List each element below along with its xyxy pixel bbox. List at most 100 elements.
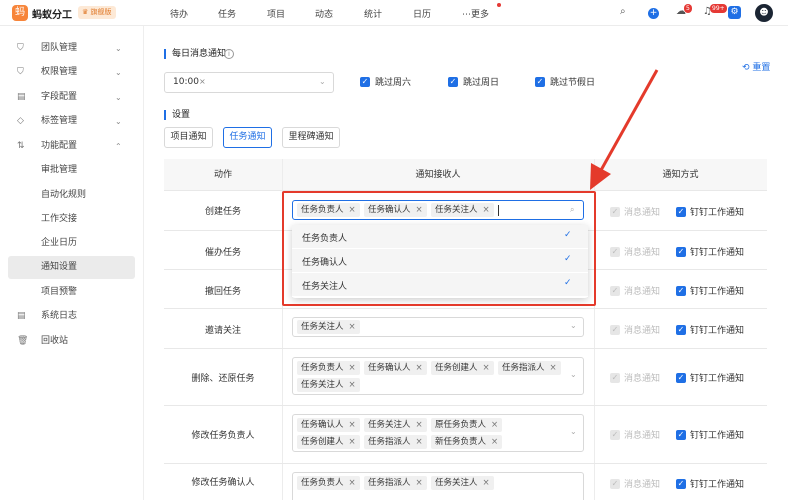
sidebar-item-tags[interactable]: ◇ 标签管理 ⌄: [8, 110, 135, 133]
sidebar-item-automation[interactable]: 自动化规则: [8, 184, 135, 207]
ding-notify-checkbox[interactable]: ✓ 钉钉工作通知: [676, 205, 744, 218]
ding-notify-checkbox[interactable]: ✓ 钉钉工作通知: [676, 477, 744, 490]
recipient-tag: 任务指派人 ×: [364, 435, 427, 449]
row-action: 修改任务确认人: [191, 478, 255, 488]
nav-calendar[interactable]: 日历: [413, 7, 431, 20]
row-divider: [164, 405, 767, 406]
nav-todo[interactable]: 待办: [170, 7, 188, 20]
recipient-tag: 新任务负责人 ×: [431, 435, 503, 449]
sidebar-item-features[interactable]: ⇅ 功能配置 ⌃: [8, 135, 135, 158]
sidebar-item-permissions[interactable]: ⛉ 权限管理 ⌄: [8, 61, 135, 84]
tag-close-icon[interactable]: ×: [416, 478, 423, 488]
dropdown-option[interactable]: 任务确认人 ✓: [292, 249, 588, 273]
ding-notify-checkbox[interactable]: ✓ 钉钉工作通知: [676, 371, 744, 384]
tag-close-icon[interactable]: ×: [483, 205, 490, 215]
tag-close-icon[interactable]: ×: [416, 420, 423, 430]
add-icon[interactable]: +: [648, 8, 659, 19]
tag-close-icon[interactable]: ×: [491, 420, 498, 430]
tab-task-notify[interactable]: 任务通知: [223, 127, 272, 148]
app-logo-icon[interactable]: 蚂: [12, 5, 28, 21]
top-bar: 蚂 蚂蚁分工 ♛ 旗舰版 待办 任务 项目 动态 统计 日历 ⋯更多 ⌕ + ☁…: [0, 0, 788, 26]
tag-close-icon[interactable]: ×: [483, 363, 490, 373]
tag-close-icon[interactable]: ×: [349, 437, 356, 447]
sidebar-item-approval[interactable]: 审批管理: [8, 159, 135, 182]
tag-close-icon[interactable]: ×: [416, 437, 423, 447]
clear-icon[interactable]: ×: [199, 77, 206, 86]
sidebar-item-warning[interactable]: 项目预警: [8, 281, 135, 304]
tag-close-icon[interactable]: ×: [349, 478, 356, 488]
recipient-select[interactable]: 任务确认人 × 任务关注人 × 原任务负责人 × 任务创建人 × 任务指派人 × 新任务负…: [292, 414, 584, 452]
ding-notify-checkbox[interactable]: ✓ 钉钉工作通知: [676, 245, 744, 258]
sidebar-item-label: 审批管理: [41, 165, 78, 175]
notify-msg-label: 消息通知: [624, 374, 661, 384]
chevron-down-icon: ⌄: [319, 77, 326, 86]
tag-close-icon[interactable]: ×: [349, 420, 356, 430]
checkbox-label: 跳过周日: [463, 78, 500, 88]
search-icon[interactable]: ⌕: [620, 6, 626, 17]
checkbox-checked-icon: ✓: [676, 246, 686, 257]
sidebar-item-label: 标签管理: [41, 116, 78, 126]
recipient-select[interactable]: 任务关注人 × ⌄: [292, 317, 584, 337]
dropdown-option[interactable]: 任务关注人 ✓: [292, 273, 588, 297]
recipient-tag: 任务关注人 ×: [364, 418, 427, 432]
info-icon[interactable]: i: [224, 49, 234, 59]
tab-project-notify[interactable]: 项目通知: [164, 127, 213, 148]
tag-close-icon[interactable]: ×: [550, 363, 557, 373]
skip-holiday-checkbox[interactable]: ✓ 跳过节假日: [535, 75, 595, 88]
nav-more[interactable]: ⋯更多: [462, 7, 489, 20]
tab-milestone-notify[interactable]: 里程碑通知: [282, 127, 340, 148]
settings-gear-icon[interactable]: ⚙: [728, 6, 741, 19]
nav-projects[interactable]: 项目: [267, 7, 285, 20]
notify-ding-label: 钉钉工作通知: [690, 374, 745, 384]
checkbox-checked-icon: ✓: [676, 285, 686, 296]
tag-close-icon[interactable]: ×: [349, 380, 356, 390]
notify-ding-label: 钉钉工作通知: [690, 431, 745, 441]
sidebar-item-trash[interactable]: 🗑 回收站: [8, 330, 135, 353]
recipient-tag: 任务关注人 ×: [431, 203, 494, 217]
recipient-select[interactable]: 任务负责人 × 任务确认人 × 任务创建人 × 任务指派人 × 任务关注人 × ⌄: [292, 357, 584, 395]
ding-notify-checkbox[interactable]: ✓ 钉钉工作通知: [676, 428, 744, 441]
tag-close-icon[interactable]: ×: [483, 478, 490, 488]
sidebar-item-logs[interactable]: ▤ 系统日志: [8, 305, 135, 328]
tag-close-icon[interactable]: ×: [416, 205, 423, 215]
nav-activity[interactable]: 动态: [315, 7, 333, 20]
reset-button[interactable]: ⟲ 重置: [742, 60, 770, 73]
nav-stats[interactable]: 统计: [364, 7, 382, 20]
tag-close-icon[interactable]: ×: [349, 363, 356, 373]
sidebar-item-notification-settings[interactable]: 通知设置: [8, 256, 135, 279]
ding-notify-checkbox[interactable]: ✓ 钉钉工作通知: [676, 284, 744, 297]
check-icon: ✓: [564, 278, 572, 288]
tag-close-icon[interactable]: ×: [349, 322, 356, 332]
sidebar-item-handover[interactable]: 工作交接: [8, 208, 135, 231]
skip-sunday-checkbox[interactable]: ✓ 跳过周日: [448, 75, 499, 88]
skip-saturday-checkbox[interactable]: ✓ 跳过周六: [360, 75, 411, 88]
row-action: 删除、还原任务: [191, 374, 255, 384]
notify-msg-label: 消息通知: [624, 431, 661, 441]
sidebar-item-label: 字段配置: [41, 92, 78, 102]
chevron-down-icon: ⌄: [115, 93, 122, 102]
sidebar-item-calendar[interactable]: 企业日历: [8, 232, 135, 255]
recipient-select[interactable]: 任务负责人 × 任务指派人 × 任务关注人 ×: [292, 472, 584, 500]
recipient-select[interactable]: 任务负责人 × 任务确认人 × 任务关注人 × ⌕: [292, 200, 584, 220]
chevron-down-icon: ⌄: [115, 117, 122, 126]
tag-close-icon[interactable]: ×: [349, 205, 356, 215]
tag-close-icon[interactable]: ×: [491, 437, 498, 447]
ding-notify-checkbox[interactable]: ✓ 钉钉工作通知: [676, 323, 744, 336]
checkbox-disabled-icon: ✓: [610, 246, 620, 257]
tag-close-icon[interactable]: ×: [416, 363, 423, 373]
table-icon: ▤: [17, 92, 26, 102]
notify-ding-label: 钉钉工作通知: [690, 287, 745, 297]
checkbox-checked-icon: ✓: [676, 478, 686, 489]
sidebar-item-team[interactable]: ⛉ 团队管理 ⌄: [8, 37, 135, 60]
sidebar-item-label: 权限管理: [41, 67, 78, 77]
user-avatar[interactable]: ☻: [755, 4, 773, 22]
dropdown-option[interactable]: 任务负责人 ✓: [292, 225, 588, 249]
nav-tasks[interactable]: 任务: [218, 7, 236, 20]
recipient-tag: 原任务负责人 ×: [431, 418, 503, 432]
time-select[interactable]: 10:00 × ⌄: [164, 72, 334, 93]
checkbox-disabled-icon: ✓: [610, 206, 620, 217]
sidebar-item-label: 自动化规则: [41, 190, 87, 200]
checkbox-checked-icon: ✓: [448, 76, 458, 87]
sidebar-item-fields[interactable]: ▤ 字段配置 ⌄: [8, 86, 135, 109]
row-action: 撤回任务: [204, 287, 241, 297]
